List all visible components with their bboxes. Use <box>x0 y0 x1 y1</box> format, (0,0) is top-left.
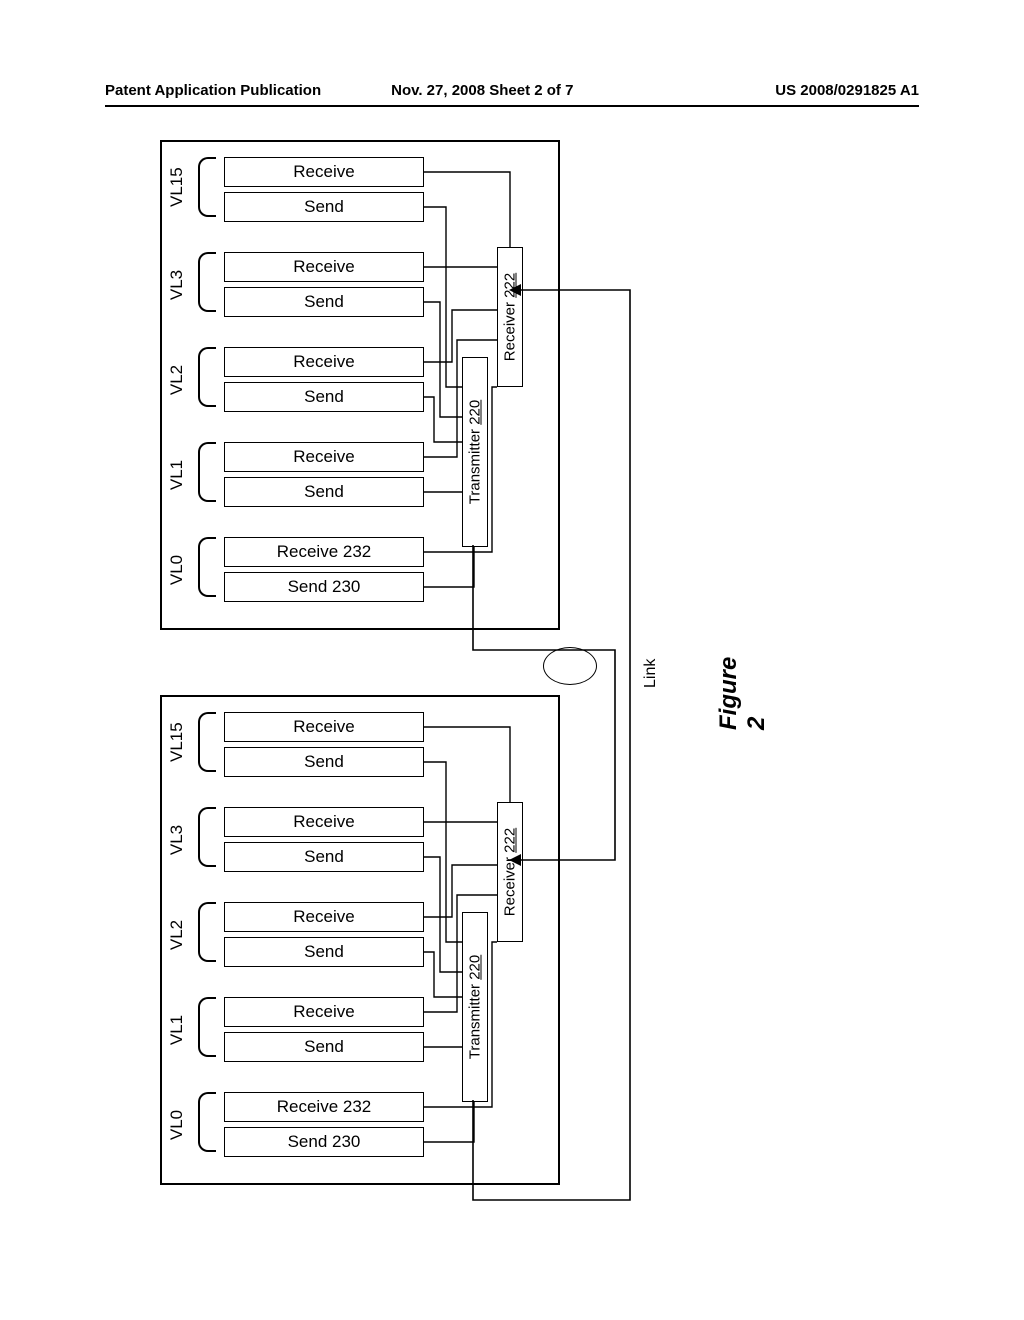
chip-top: VL15 Receive Send VL3 Receive Send VL2 R… <box>160 140 560 630</box>
send0-text: Send 230 <box>288 577 361 596</box>
send-box: Send <box>224 842 424 872</box>
brace-icon <box>198 807 216 867</box>
vl-label-vl1-top: VL1 <box>167 458 187 492</box>
send-box: Send 230 <box>224 572 424 602</box>
brace-icon <box>198 537 216 597</box>
receive-box: Receive <box>224 157 424 187</box>
diagram: VL15 Receive Send VL3 Receive Send VL2 R… <box>160 140 660 1235</box>
vl-label-vl15-bot: VL15 <box>167 728 187 762</box>
receiver-label: Receiver 222 <box>502 828 519 916</box>
vl-label-vl0-top: VL0 <box>167 553 187 587</box>
receive-box: Receive <box>224 442 424 472</box>
link-ellipse-icon <box>543 647 597 685</box>
send-box: Send <box>224 192 424 222</box>
receive-box: Receive <box>224 347 424 377</box>
receive-box: Receive <box>224 902 424 932</box>
receiver-box-top: Receiver 222 <box>497 247 523 387</box>
brace-icon <box>198 157 216 217</box>
link-label: Link <box>642 659 660 688</box>
vl-label-vl0-bot: VL0 <box>167 1108 187 1142</box>
send-box: Send 230 <box>224 1127 424 1157</box>
send-box: Send <box>224 477 424 507</box>
receive0-text: Receive 232 <box>277 542 372 561</box>
receiver-text: Receiver <box>502 302 519 361</box>
receiver-ref: 222 <box>502 828 519 853</box>
brace-icon <box>198 902 216 962</box>
send-box: Send <box>224 1032 424 1062</box>
receive-box: Receive <box>224 712 424 742</box>
transmitter-label: Transmitter 220 <box>467 955 484 1060</box>
transmitter-ref: 220 <box>467 955 484 980</box>
chip-bottom: VL15 Receive Send VL3 Receive Send VL2 R… <box>160 695 560 1185</box>
receive-box: Receive <box>224 997 424 1027</box>
receiver-box-bot: Receiver 222 <box>497 802 523 942</box>
header-rule <box>105 105 919 107</box>
transmitter-ref: 220 <box>467 400 484 425</box>
vl-label-vl1-bot: VL1 <box>167 1013 187 1047</box>
brace-icon <box>198 252 216 312</box>
brace-icon <box>198 997 216 1057</box>
brace-icon <box>198 712 216 772</box>
transmitter-text: Transmitter <box>467 984 484 1059</box>
receive-box: Receive <box>224 807 424 837</box>
brace-icon <box>198 1092 216 1152</box>
vl-label-vl15-top: VL15 <box>167 173 187 207</box>
figure-label: Figure 2 <box>715 657 771 730</box>
send-box: Send <box>224 937 424 967</box>
brace-icon <box>198 442 216 502</box>
vl-label-vl3-bot: VL3 <box>167 823 187 857</box>
vl-label-vl2-bot: VL2 <box>167 918 187 952</box>
header-center: Nov. 27, 2008 Sheet 2 of 7 <box>391 82 775 99</box>
send-box: Send <box>224 382 424 412</box>
receive-box: Receive 232 <box>224 537 424 567</box>
header-left: Patent Application Publication <box>105 82 321 99</box>
receive0-text: Receive 232 <box>277 1097 372 1116</box>
send-box: Send <box>224 287 424 317</box>
arrowhead-icon <box>509 284 521 296</box>
transmitter-text: Transmitter <box>467 429 484 504</box>
transmitter-box-top: Transmitter 220 <box>462 357 488 547</box>
header: Patent Application Publication Nov. 27, … <box>105 82 919 99</box>
transmitter-label: Transmitter 220 <box>467 400 484 505</box>
receive-box: Receive <box>224 252 424 282</box>
send0-text: Send 230 <box>288 1132 361 1151</box>
receive-box: Receive 232 <box>224 1092 424 1122</box>
page: Patent Application Publication Nov. 27, … <box>0 0 1024 1320</box>
header-right: US 2008/0291825 A1 <box>775 82 919 99</box>
vl-label-vl2-top: VL2 <box>167 363 187 397</box>
arrowhead-icon <box>509 854 521 866</box>
vl-label-vl3-top: VL3 <box>167 268 187 302</box>
brace-icon <box>198 347 216 407</box>
transmitter-box-bot: Transmitter 220 <box>462 912 488 1102</box>
send-box: Send <box>224 747 424 777</box>
